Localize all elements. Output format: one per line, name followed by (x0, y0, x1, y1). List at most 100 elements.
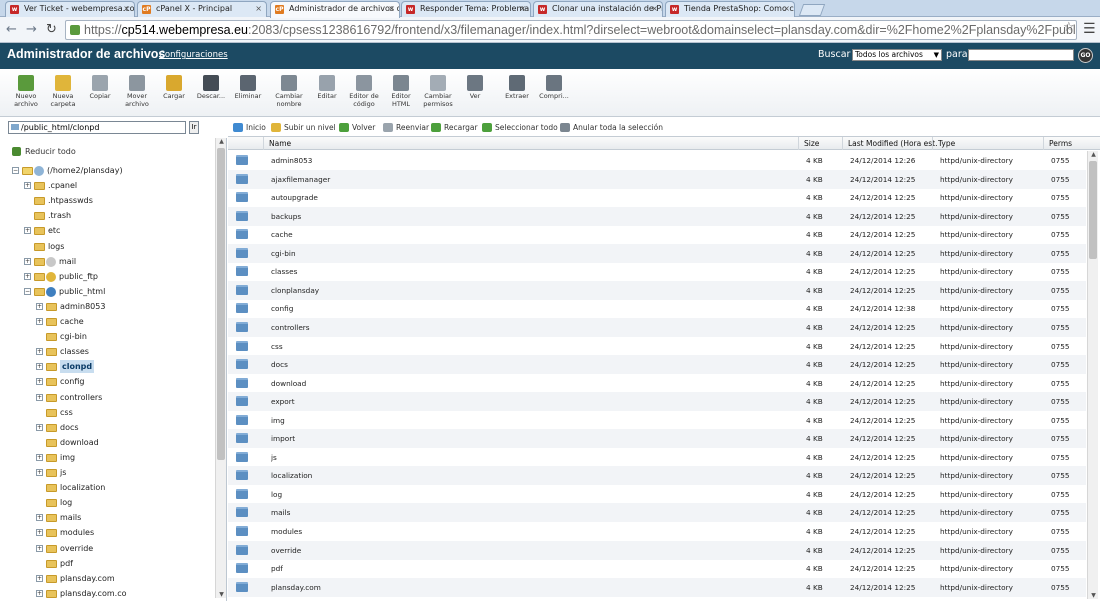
action-forward[interactable]: Reenviar (383, 121, 429, 134)
collapse-icon[interactable]: − (24, 287, 31, 295)
expand-icon[interactable]: + (36, 453, 43, 461)
go-button[interactable]: GO (1078, 48, 1093, 63)
column-perms-header[interactable]: Perms (1043, 137, 1086, 150)
collapse-icon[interactable]: − (12, 167, 19, 174)
expand-icon[interactable]: + (24, 272, 31, 280)
toolbar-button-code-editor[interactable]: Editor de código (345, 75, 383, 108)
tree-node[interactable]: − public_html (24, 285, 200, 298)
table-row[interactable]: plansday.com 4 KB 24/12/2014 12:25 httpd/un… (228, 577, 1086, 597)
column-modified-header[interactable]: Last Modified (Hora est. c (842, 137, 937, 150)
table-row[interactable]: admin8053 4 KB 24/12/2014 12:26 httpd/unix-… (228, 151, 1086, 170)
toolbar-button-move[interactable]: Mover archivo (118, 75, 156, 108)
table-row[interactable]: backups 4 KB 24/12/2014 12:25 httpd/unix-di… (228, 206, 1086, 226)
table-row[interactable]: autoupgrade 4 KB 24/12/2014 12:25 httpd/uni… (228, 188, 1086, 207)
scroll-thumb[interactable] (1089, 161, 1097, 259)
browser-tab[interactable]: cP Administrador de archivos de × (270, 1, 400, 18)
settings-link[interactable]: Configuraciones (159, 50, 228, 60)
table-row[interactable]: import 4 KB 24/12/2014 12:25 httpd/unix-dir… (228, 429, 1086, 449)
tree-node[interactable]: + img (36, 451, 200, 464)
tree-node[interactable]: + plansday.com.co (36, 587, 200, 600)
tree-node[interactable]: + mails (36, 511, 200, 524)
toolbar-button-view[interactable]: Ver (456, 75, 494, 101)
expand-icon[interactable]: + (36, 378, 43, 386)
go-path-button[interactable]: Ir (189, 121, 199, 134)
browser-tab[interactable]: cP cPanel X - Principal × (137, 1, 267, 17)
table-row[interactable]: mails 4 KB 24/12/2014 12:25 httpd/unix-dire… (228, 503, 1086, 523)
path-input[interactable]: /public_html/clonpd (8, 121, 186, 134)
table-row[interactable]: log 4 KB 24/12/2014 12:25 httpd/unix-direct… (228, 485, 1086, 504)
table-row[interactable]: pdf 4 KB 24/12/2014 12:25 httpd/unix-direct… (228, 559, 1086, 578)
scroll-down-icon[interactable]: ▼ (218, 591, 225, 598)
table-row[interactable]: download 4 KB 24/12/2014 12:25 httpd/unix-d… (228, 374, 1086, 393)
action-reload[interactable]: Recargar (431, 121, 478, 134)
tree-node[interactable]: log (36, 496, 200, 509)
expand-icon[interactable]: + (24, 257, 31, 265)
expand-icon[interactable]: + (36, 348, 43, 356)
search-scope-select[interactable]: Todos los archivos ▼ (852, 49, 942, 61)
scroll-down-icon[interactable]: ▼ (1090, 592, 1097, 599)
close-tab-icon[interactable]: × (651, 2, 658, 16)
toolbar-button-copy[interactable]: Copiar (81, 75, 119, 101)
table-row[interactable]: css 4 KB 24/12/2014 12:25 httpd/unix-direct… (228, 337, 1086, 356)
scroll-up-icon[interactable]: ▲ (218, 138, 225, 145)
column-type-header[interactable]: Type (932, 137, 1048, 150)
expand-icon[interactable]: + (36, 393, 43, 401)
close-tab-icon[interactable]: × (783, 2, 790, 16)
tree-node[interactable]: − (/home2/plansday) (12, 164, 200, 177)
tree-node[interactable]: .htpasswds (24, 194, 200, 207)
expand-icon[interactable]: + (36, 302, 43, 310)
action-select-all[interactable]: Seleccionar todo (482, 121, 558, 134)
tree-node[interactable]: + public_ftp (24, 270, 200, 283)
action-up-level[interactable]: Subir un nivel (271, 121, 336, 134)
toolbar-button-html-editor[interactable]: Editor HTML (382, 75, 420, 108)
action-home[interactable]: Inicio (233, 121, 266, 134)
expand-icon[interactable]: + (36, 544, 43, 552)
table-row[interactable]: js 4 KB 24/12/2014 12:25 httpd/unix-directo… (228, 448, 1086, 467)
search-input[interactable] (968, 49, 1074, 61)
expand-icon[interactable]: + (36, 318, 43, 325)
toolbar-button-new-file[interactable]: Nuevo archivo (7, 75, 45, 108)
close-tab-icon[interactable]: × (255, 2, 262, 16)
table-row[interactable]: cache 4 KB 24/12/2014 12:25 httpd/unix-dire… (228, 225, 1086, 244)
reload-icon[interactable]: ↻ (46, 22, 57, 37)
expand-icon[interactable]: + (24, 182, 31, 190)
tree-node[interactable]: + override (36, 542, 200, 555)
table-row[interactable]: export 4 KB 24/12/2014 12:25 httpd/unix-dir… (228, 392, 1086, 412)
back-arrow-icon[interactable]: ← (6, 22, 17, 37)
new-tab-button[interactable] (798, 4, 826, 16)
column-name-header[interactable]: Name (263, 137, 798, 150)
tree-node[interactable]: + mail (24, 255, 200, 268)
url-field[interactable]: https://cp514.webempresa.eu:2083/cpsess1… (65, 20, 1077, 40)
tree-node[interactable]: + js (36, 466, 200, 479)
scroll-thumb[interactable] (217, 148, 225, 460)
close-tab-icon[interactable]: × (519, 2, 526, 16)
table-row[interactable]: ajaxfilemanager 4 KB 24/12/2014 12:25 httpd… (228, 169, 1086, 189)
collapse-all-link[interactable]: Reducir todo (12, 147, 76, 156)
action-unselect-all[interactable]: Anular toda la selección (560, 121, 663, 134)
toolbar-button-delete[interactable]: Eliminar (229, 75, 267, 101)
tree-node[interactable]: cgi-bin (36, 330, 200, 343)
tree-node[interactable]: + modules (36, 526, 200, 539)
tree-node[interactable]: .trash (24, 209, 200, 222)
browser-menu-icon[interactable]: ☰ (1083, 21, 1096, 37)
tree-node[interactable]: css (36, 406, 200, 419)
toolbar-button-download[interactable]: Descar... (192, 75, 230, 101)
toolbar-button-new-folder[interactable]: Nueva carpeta (44, 75, 82, 108)
tree-node[interactable]: logs (24, 240, 200, 253)
toolbar-button-upload[interactable]: Cargar (155, 75, 193, 101)
browser-tab[interactable]: w Responder Tema: Problema × (401, 1, 531, 17)
toolbar-button-extract[interactable]: Extraer (498, 75, 536, 101)
expand-icon[interactable]: + (24, 227, 31, 235)
tree-scrollbar[interactable]: ▲ ▼ (215, 138, 226, 598)
table-row[interactable]: docs 4 KB 24/12/2014 12:25 httpd/unix-direc… (228, 355, 1086, 375)
tree-node[interactable]: + cache (36, 315, 200, 328)
browser-tab[interactable]: w Tienda PrestaShop: Como c × (665, 1, 795, 17)
tree-node[interactable]: + config (36, 375, 200, 388)
column-size-header[interactable]: Size (798, 137, 847, 150)
tree-node[interactable]: + controllers (36, 391, 200, 404)
toolbar-button-rename[interactable]: Cambiar nombre (270, 75, 308, 108)
file-list-scrollbar[interactable]: ▲ ▼ (1087, 151, 1098, 599)
tree-node[interactable]: + .cpanel (24, 179, 200, 192)
toolbar-button-compress[interactable]: Compri... (535, 75, 573, 101)
bookmark-star-icon[interactable]: ☆ (1063, 20, 1075, 35)
